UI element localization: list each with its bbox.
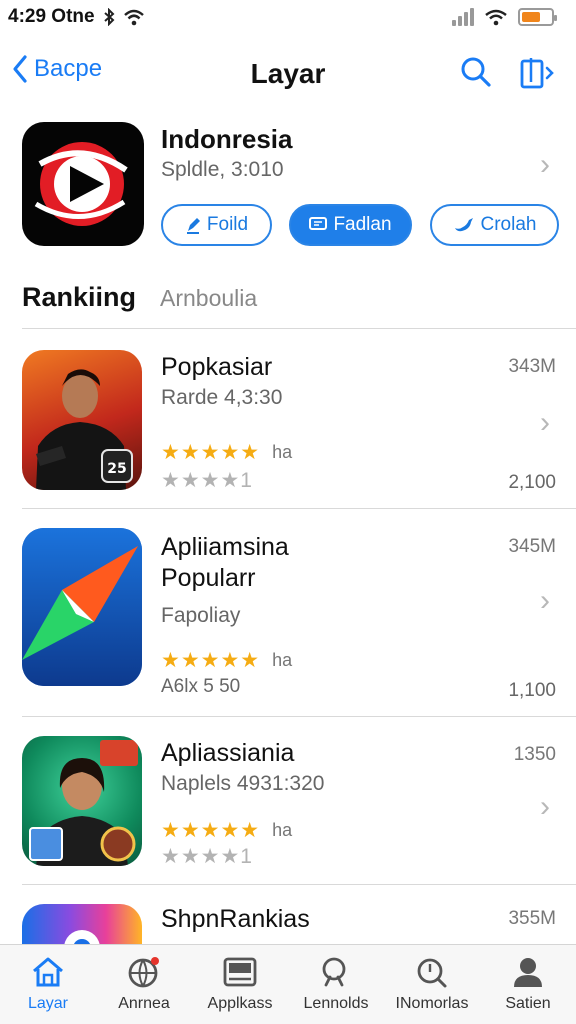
list-item[interactable]: 25 Popkasiar Rarde 4,3:30 343M › ★★★★★ h…	[0, 346, 576, 506]
tab-label: Anrnea	[118, 995, 170, 1012]
rating-line: ★★★★1	[161, 468, 253, 493]
section-tab-arnboulia[interactable]: Arnboulia	[160, 285, 257, 312]
featured-app-subtitle: Spldle, 3:010	[161, 158, 284, 181]
tab-label: Satien	[505, 995, 551, 1012]
rating-line: A6lx 5 50	[161, 676, 240, 698]
nav-bar: Bacpe Layar	[0, 44, 576, 102]
app-subtitle: Rarde 4,3:30	[161, 386, 283, 409]
divider	[22, 884, 576, 885]
status-time: 4:29 Otne	[8, 6, 95, 27]
signal-icon	[452, 8, 474, 26]
battery-icon	[518, 8, 557, 26]
tab-lennolds[interactable]: Lennolds	[288, 945, 384, 1024]
apps-icon	[223, 957, 257, 987]
featured-app-icon	[22, 122, 144, 246]
star-rating-stars: ★★★★★	[161, 649, 261, 672]
list-item[interactable]: ShpnRankias 355M	[0, 900, 576, 944]
app-size: 343M	[508, 356, 556, 377]
app-icon-shpnrankias	[22, 904, 142, 944]
wifi-icon	[485, 9, 507, 26]
star-rating-stars: ★★★★★	[161, 819, 261, 842]
rating-line: ★★★★1	[161, 844, 253, 869]
app-icon-popkasiar: 25	[22, 350, 142, 490]
tab-label: Lennolds	[303, 995, 369, 1012]
chevron-right-icon: ›	[540, 790, 550, 823]
divider	[22, 508, 576, 509]
home-icon	[33, 957, 63, 987]
share-button[interactable]	[519, 56, 557, 95]
pencil-icon	[186, 218, 200, 234]
app-icon-apliiamsina	[22, 528, 142, 686]
status-bar: 4:29 Otne	[0, 0, 576, 34]
app-name: Popkasiar	[161, 353, 273, 381]
share-icon	[520, 58, 554, 89]
search-icon	[322, 957, 346, 987]
app-size: 355M	[508, 908, 556, 929]
featured-app-name: Indonresia	[161, 124, 293, 154]
app-subtitle: Fapoliay	[161, 604, 241, 627]
app-subtitle: Naplels 4931:320	[161, 772, 325, 795]
chevron-left-icon	[13, 55, 27, 83]
svg-text:25: 25	[107, 461, 126, 477]
bird-icon	[454, 218, 473, 232]
chevron-right-icon: ›	[540, 406, 550, 439]
section-title: Rankiing	[22, 282, 137, 312]
divider	[22, 328, 576, 329]
rating-tag: ha	[272, 442, 293, 462]
app-downloads: 1,100	[508, 680, 556, 701]
app-name: Apliiamsina Popularr	[161, 533, 289, 592]
rating-tag: ha	[272, 650, 293, 670]
rating-count: ★★★★1	[161, 469, 253, 492]
back-label: Bacpe	[34, 55, 103, 82]
fadlan-label: Fadlan	[333, 214, 392, 235]
tab-applkass[interactable]: Applkass	[192, 945, 288, 1024]
fadlan-button[interactable]: Fadlan	[289, 204, 412, 246]
search-icon	[461, 57, 491, 87]
foild-button[interactable]: Foild	[161, 204, 272, 246]
profile-icon	[514, 958, 542, 987]
search-alt-icon	[417, 958, 447, 988]
wifi-icon	[123, 9, 144, 26]
tab-layar[interactable]: Layar	[0, 945, 96, 1024]
search-button[interactable]	[460, 56, 492, 93]
divider	[22, 716, 576, 717]
crolah-button[interactable]: Crolah	[430, 204, 559, 246]
app-size: 1350	[513, 744, 556, 765]
tab-label: Applkass	[207, 995, 273, 1012]
star-rating: ★★★★★ ha	[161, 818, 292, 843]
chevron-right-icon: ›	[540, 148, 550, 181]
list-item[interactable]: Apliiamsina Popularr Fapoliay 345M › ★★★…	[0, 526, 576, 712]
star-rating: ★★★★★ ha	[161, 440, 292, 465]
globe-icon	[128, 957, 159, 988]
bluetooth-icon	[103, 8, 115, 26]
chevron-right-icon: ›	[540, 584, 550, 617]
star-rating: ★★★★★ ha	[161, 648, 292, 673]
app-name: Apliassiania	[161, 739, 295, 767]
featured-app[interactable]: Indonresia Spldle, 3:010 › Foild Fadlan …	[0, 118, 576, 258]
list-item[interactable]: Apliassiania Naplels 4931:320 1350 › ★★★…	[0, 734, 576, 884]
rating-tag: ha	[272, 820, 293, 840]
app-icon-apliassiania	[22, 736, 142, 866]
foild-label: Foild	[206, 214, 249, 235]
tab-label: Layar	[27, 995, 69, 1012]
app-name: ShpnRankias	[161, 905, 310, 933]
tab-bar: Layar Anrnea Applkass Lennolds INomorlas…	[0, 944, 576, 1024]
tab-inomorlas[interactable]: INomorlas	[384, 945, 480, 1024]
chat-icon	[309, 217, 328, 230]
battery-level	[522, 12, 541, 22]
tab-label: INomorlas	[395, 995, 469, 1012]
rating-count: A6lx 5 50	[161, 676, 241, 697]
tab-satien[interactable]: Satien	[480, 945, 576, 1024]
star-rating-stars: ★★★★★	[161, 441, 261, 464]
app-size: 345M	[508, 536, 556, 557]
section-header: Rankiing Arnboulia	[22, 282, 257, 313]
app-downloads: 2,100	[508, 472, 556, 493]
rating-count: ★★★★1	[161, 845, 253, 868]
back-button[interactable]: Bacpe	[12, 54, 102, 84]
tab-anrnea[interactable]: Anrnea	[96, 945, 192, 1024]
crolah-label: Crolah	[480, 214, 537, 235]
